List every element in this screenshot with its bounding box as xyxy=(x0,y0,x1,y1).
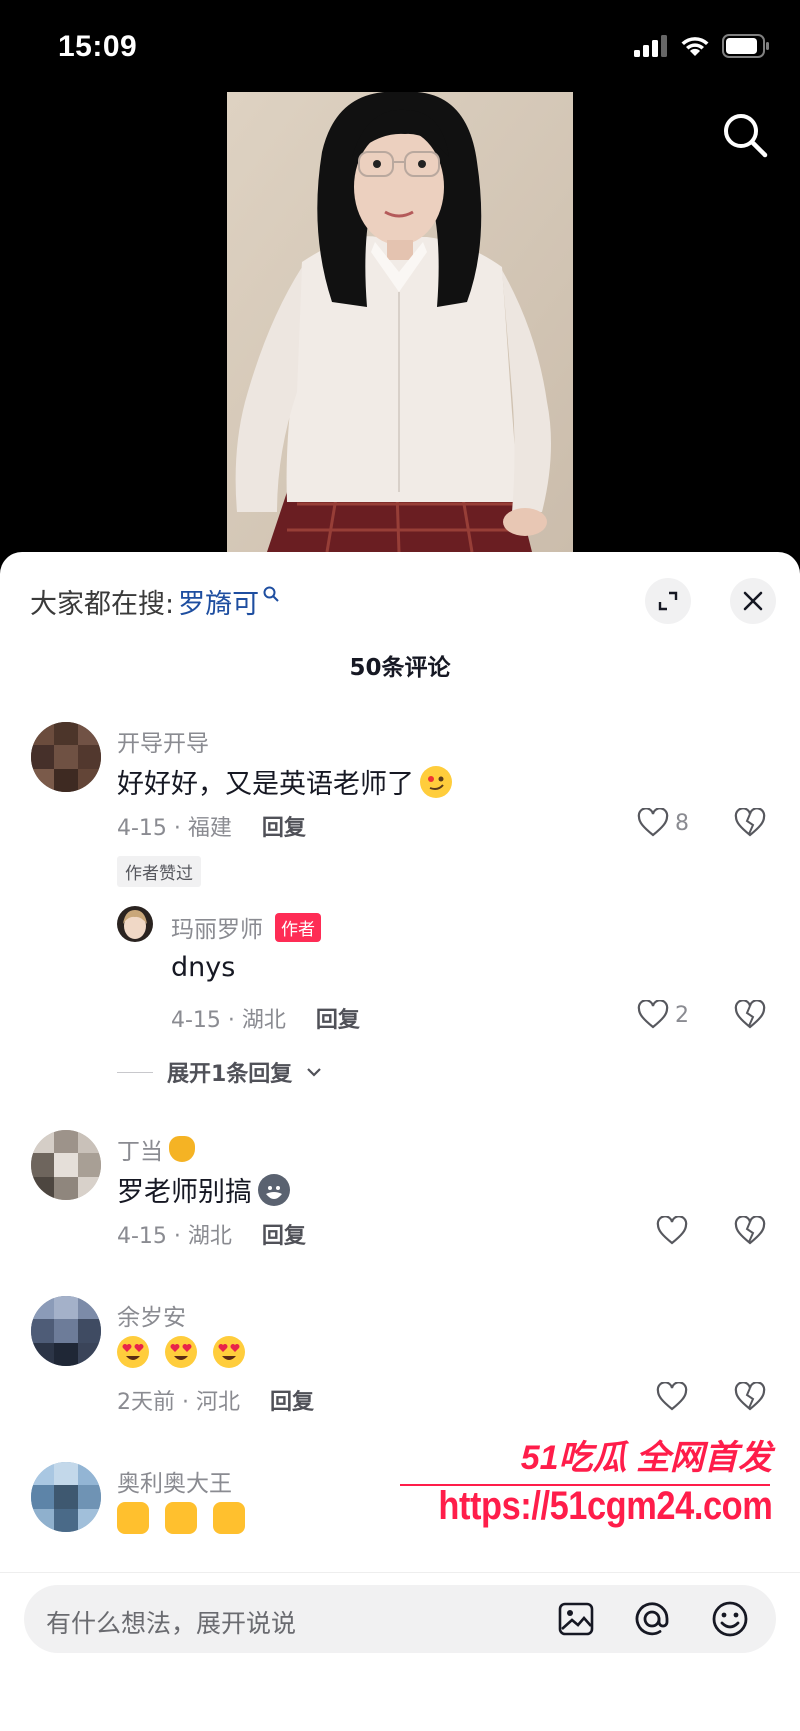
comment-item: 丁当 罗老师别搞 4-15 · 湖北 回复 xyxy=(0,1130,800,1280)
heart-eyes-emoji-icon xyxy=(213,1336,245,1368)
comment-meta: 4-15 · 福建 回复 xyxy=(117,810,306,842)
avatar[interactable] xyxy=(31,1462,101,1532)
comment-text-row: 好好好，又是英语老师了 xyxy=(117,762,452,801)
comment-username-row: 丁当 xyxy=(117,1132,195,1166)
emoji-button[interactable] xyxy=(708,1597,752,1641)
author-liked-tag: 作者赞过 xyxy=(117,856,201,887)
heart-eyes-emoji-icon xyxy=(165,1336,197,1368)
heart-icon xyxy=(637,808,669,837)
dislike-icon[interactable] xyxy=(734,1382,766,1412)
comment-date-location: 4-15 · 福建 xyxy=(117,816,232,841)
reply-username-row: 玛丽罗师 作者 xyxy=(171,910,321,944)
comment-username[interactable]: 余岁安 xyxy=(117,1298,186,1332)
like-count: 2 xyxy=(675,1002,689,1028)
husky-emoji-icon xyxy=(258,1173,290,1206)
reply-button[interactable]: 回复 xyxy=(270,1384,314,1416)
status-icons xyxy=(634,34,770,58)
video-player[interactable] xyxy=(227,92,573,552)
divider-dash xyxy=(117,1071,153,1073)
watermark: 51吃瓜 全网首发 https://51cgm24.com xyxy=(400,1430,780,1550)
reply-date-location: 4-15 · 湖北 xyxy=(171,1008,286,1033)
image-button[interactable] xyxy=(554,1597,598,1641)
smirk-emoji-icon xyxy=(420,765,452,798)
video-frame-image xyxy=(227,92,573,552)
battery-icon xyxy=(722,34,769,58)
reply-username[interactable]: 玛丽罗师 xyxy=(171,910,263,944)
chevron-down-icon xyxy=(307,1068,322,1077)
heart-icon[interactable] xyxy=(656,1216,688,1246)
search-icon[interactable] xyxy=(720,110,770,160)
status-bar: 15:09 xyxy=(0,0,800,96)
reply-button[interactable]: 回复 xyxy=(262,810,306,842)
comment-date-location: 2天前 · 河北 xyxy=(117,1390,240,1415)
avatar[interactable] xyxy=(31,1130,101,1200)
comment-count: 50条评论 xyxy=(349,655,451,681)
avatar-image xyxy=(117,906,153,942)
suggestion-term[interactable]: 罗旖可 xyxy=(178,582,259,621)
avatar-image xyxy=(31,1130,101,1200)
close-icon xyxy=(743,591,763,611)
thumbs-up-emoji-icon xyxy=(165,1502,197,1534)
dislike-icon[interactable] xyxy=(734,1000,766,1030)
avatar[interactable] xyxy=(117,906,153,942)
cat-emoji-icon xyxy=(169,1136,195,1162)
search-small-icon xyxy=(263,586,279,602)
comment-text: 好好好，又是英语老师了 xyxy=(117,769,414,800)
reply-item: 玛丽罗师 作者 dnys 4-15 · 湖北 回复 2 展开1条回复 xyxy=(0,906,800,1088)
avatar[interactable] xyxy=(31,1296,101,1366)
comment-input-placeholder: 有什么想法，展开说说 xyxy=(46,1609,297,1638)
comment-username[interactable]: 丁当 xyxy=(117,1132,163,1166)
comment-emoji-row xyxy=(117,1336,245,1368)
avatar[interactable] xyxy=(31,722,101,792)
comment-emoji-row xyxy=(117,1502,245,1534)
at-mention-icon xyxy=(635,1602,669,1636)
comments-sheet: 大家都在搜: 罗旖可 50条评论 开导开导 好好好，又是英语老师了 4-15 ·… xyxy=(0,552,800,1731)
sheet-header: 大家都在搜: 罗旖可 xyxy=(0,552,800,642)
emoji-icon xyxy=(712,1601,748,1637)
heart-icon xyxy=(637,1000,669,1029)
close-button[interactable] xyxy=(730,578,776,624)
watermark-title: 51吃瓜 全网首发 xyxy=(520,1439,772,1477)
like-button[interactable]: 2 xyxy=(637,1000,689,1030)
comment-date-location: 4-15 · 湖北 xyxy=(117,1224,232,1249)
thumbs-up-emoji-icon xyxy=(213,1502,245,1534)
thumbs-up-emoji-icon xyxy=(117,1502,149,1534)
like-button[interactable]: 8 xyxy=(637,808,689,838)
cellular-signal-icon xyxy=(634,35,667,57)
search-suggestion[interactable]: 大家都在搜: 罗旖可 xyxy=(30,582,279,621)
comment-text-row: 罗老师别搞 xyxy=(117,1170,290,1209)
reply-text: dnys xyxy=(171,952,236,983)
heart-icon[interactable] xyxy=(656,1382,688,1412)
comment-text: 罗老师别搞 xyxy=(117,1177,252,1208)
avatar-image xyxy=(31,1462,101,1532)
comment-meta: 4-15 · 湖北 回复 xyxy=(117,1218,306,1250)
avatar-image xyxy=(31,722,101,792)
expand-replies-label: 展开1条回复 xyxy=(167,1062,293,1087)
watermark-url: https://51cgm24.com xyxy=(437,1484,772,1528)
comment-username[interactable]: 开导开导 xyxy=(117,724,209,758)
dislike-icon[interactable] xyxy=(734,808,766,838)
like-count: 8 xyxy=(675,810,689,836)
comment-input-bar: 有什么想法，展开说说 xyxy=(0,1572,800,1731)
expand-button[interactable] xyxy=(645,578,691,624)
expand-icon xyxy=(658,591,678,611)
comment-username[interactable]: 奥利奥大王 xyxy=(117,1464,232,1498)
dislike-icon[interactable] xyxy=(734,1216,766,1246)
reply-button[interactable]: 回复 xyxy=(316,1002,360,1034)
image-icon xyxy=(558,1602,594,1636)
comment-item: 余岁安 2天前 · 河北 回复 xyxy=(0,1296,800,1446)
status-time: 15:09 xyxy=(58,30,138,63)
expand-replies-button[interactable]: 展开1条回复 xyxy=(117,1056,322,1088)
comment-input[interactable]: 有什么想法，展开说说 xyxy=(24,1585,776,1653)
wifi-icon xyxy=(681,37,709,56)
mention-button[interactable] xyxy=(630,1597,674,1641)
heart-eyes-emoji-icon xyxy=(117,1336,149,1368)
avatar-image xyxy=(31,1296,101,1366)
suggestion-prefix: 大家都在搜: xyxy=(30,589,175,620)
author-badge: 作者 xyxy=(275,912,321,942)
reply-meta: 4-15 · 湖北 回复 xyxy=(171,1002,360,1034)
comment-meta: 2天前 · 河北 回复 xyxy=(117,1384,314,1416)
reply-button[interactable]: 回复 xyxy=(262,1218,306,1250)
